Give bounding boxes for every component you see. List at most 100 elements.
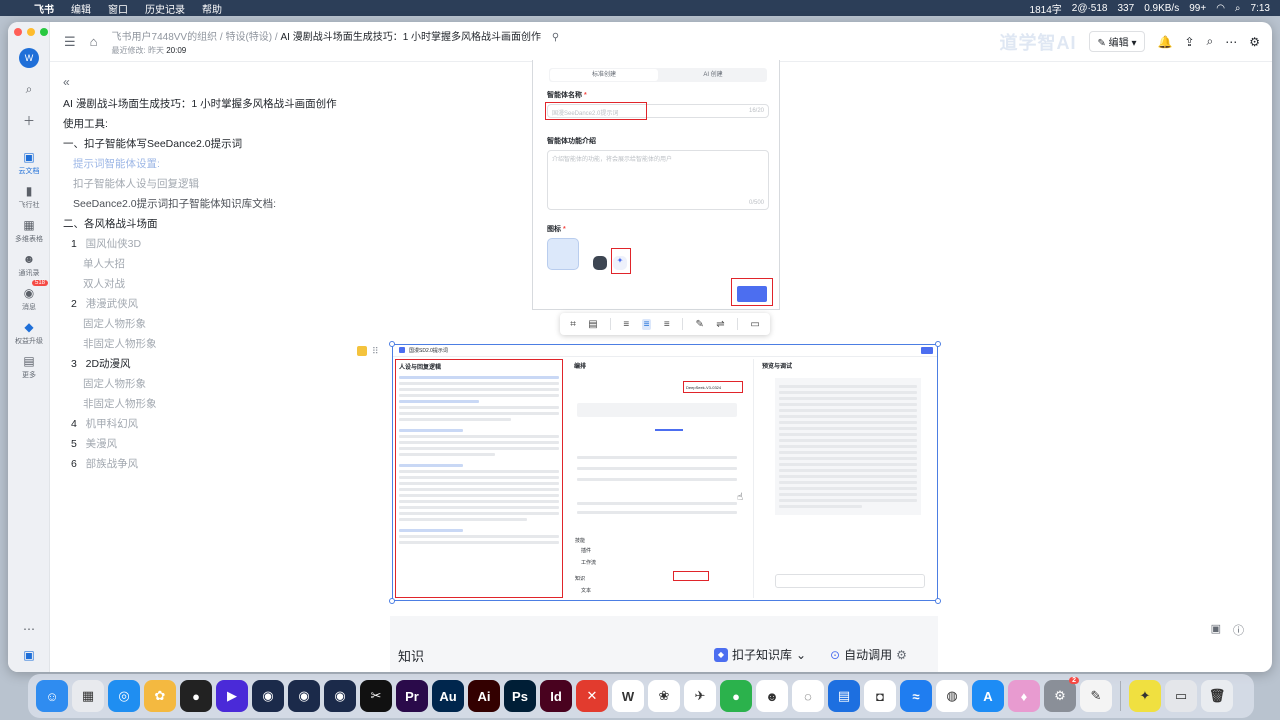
clock[interactable]: 7:13 <box>1251 3 1270 14</box>
dock-photos-icon[interactable]: ✿ <box>144 680 176 712</box>
drag-handle-icon[interactable]: ⠿ <box>372 346 379 357</box>
outline-item[interactable]: 2 港漫武侠风 <box>63 294 343 314</box>
dock-app-flower-icon[interactable]: ❀ <box>648 680 680 712</box>
more-dots-icon[interactable]: ⋯ <box>8 622 50 638</box>
outline-item[interactable]: 5 美漫风 <box>63 434 343 454</box>
dock-notes-icon[interactable]: ✎ <box>1080 680 1112 712</box>
outline-item[interactable]: 双人对战 <box>63 274 343 294</box>
home-icon[interactable]: ⌂ <box>90 34 98 49</box>
menu-help[interactable]: 帮助 <box>202 1 222 16</box>
dock-obs-icon[interactable]: ● <box>180 680 212 712</box>
search-doc-icon[interactable]: ⌕ <box>1207 34 1214 49</box>
minimize-window-button[interactable] <box>27 28 35 36</box>
wechat-status[interactable]: 99+ <box>1189 3 1206 14</box>
sidebar-item-messages[interactable]: ◉ 消息 518 <box>8 280 50 312</box>
caption-icon[interactable]: ▤ <box>588 319 597 330</box>
dock-feishu-icon[interactable]: ✈ <box>684 680 716 712</box>
dock-wechat-icon[interactable]: ● <box>720 680 752 712</box>
sidebar-item-contacts[interactable]: ☻ 通讯录 <box>8 252 50 278</box>
dock-app-wave-icon[interactable]: ≈ <box>900 680 932 712</box>
help-icon[interactable]: ▣ <box>8 648 50 664</box>
crop-icon[interactable]: ⌗ <box>570 319 576 330</box>
dock-c4d-1-icon[interactable]: ◉ <box>252 680 284 712</box>
menu-toggle-icon[interactable]: ☰ <box>64 34 76 50</box>
sidebar-item-base[interactable]: ▦ 多维表格 <box>8 218 50 244</box>
dock-audition-icon[interactable]: Au <box>432 680 464 712</box>
outline-item[interactable]: AI 漫剧战斗场面生成技巧：1 小时掌握多风格战斗画面创作 <box>63 94 343 114</box>
dock-safari-icon[interactable]: ◎ <box>108 680 140 712</box>
align-right-icon[interactable]: ≡ <box>664 319 670 330</box>
outline-item[interactable]: 固定人物形象 <box>63 314 343 334</box>
dock-video-icon[interactable]: ▶ <box>216 680 248 712</box>
outline-item[interactable]: 提示词智能体设置: <box>63 154 343 174</box>
align-left-icon[interactable]: ≡ <box>623 319 629 330</box>
outline-item[interactable]: 扣子智能体人设与回复逻辑 <box>63 174 343 194</box>
close-window-button[interactable] <box>14 28 22 36</box>
add-icon[interactable]: ＋ <box>8 114 50 130</box>
annotate-icon[interactable]: ✎ <box>695 319 703 330</box>
avatar[interactable]: W <box>19 48 39 68</box>
dock-qq-icon[interactable]: ☻ <box>756 680 788 712</box>
outline-item[interactable]: 6 部族战争风 <box>63 454 343 474</box>
dock-chrome-icon[interactable]: ◍ <box>936 680 968 712</box>
outline-item[interactable]: 二、各风格战斗场面 <box>63 214 343 234</box>
resize-handle[interactable] <box>389 598 395 604</box>
notification-icon[interactable]: 🔔 <box>1157 35 1172 49</box>
image-comment-icon[interactable] <box>357 346 367 356</box>
sidebar-item-upgrade[interactable]: ◆ 权益升级 <box>8 320 50 346</box>
outline-toggle-icon[interactable]: ▣ <box>1211 622 1221 638</box>
status-item[interactable]: 2@·518 <box>1072 3 1108 14</box>
sidebar-item-more[interactable]: ▤ 更多 <box>8 354 50 380</box>
doc-title[interactable]: AI 漫剧战斗场面生成技巧：1 小时掌握多风格战斗画面创作 <box>280 32 541 43</box>
dock-finder-icon[interactable]: ☺ <box>36 680 68 712</box>
dock-trash-icon[interactable]: 🗑 <box>1201 680 1233 712</box>
outline-item[interactable]: SeeDance2.0提示词扣子智能体知识库文档: <box>63 194 343 214</box>
dock-illustrator-icon[interactable]: Ai <box>468 680 500 712</box>
menu-app[interactable]: 飞书 <box>34 1 54 16</box>
help-icon[interactable]: ⓘ <box>1233 622 1244 638</box>
dock-screenshot-icon[interactable]: ▭ <box>1165 680 1197 712</box>
search-icon[interactable]: ⌕ <box>1235 3 1241 14</box>
share-icon[interactable]: ⇪ <box>1184 35 1194 49</box>
dock-cat-app-icon[interactable]: ♦ <box>1008 680 1040 712</box>
dock-app-store-icon[interactable]: A <box>972 680 1004 712</box>
search-icon[interactable]: ⌕ <box>8 82 50 98</box>
wrap-icon[interactable]: ⇌ <box>716 319 724 330</box>
dock-c4d-3-icon[interactable]: ◉ <box>324 680 356 712</box>
dock-app-bag-icon[interactable]: ◘ <box>864 680 896 712</box>
comment-icon[interactable]: ▭ <box>750 319 759 330</box>
outline-item[interactable]: 单人大招 <box>63 254 343 274</box>
menu-edit[interactable]: 编辑 <box>71 1 91 16</box>
outline-item[interactable]: 3 2D动漫风 <box>63 354 343 374</box>
outline-item[interactable]: 固定人物形象 <box>63 374 343 394</box>
wifi-icon[interactable]: ◠ <box>1216 3 1225 14</box>
collapse-outline-icon[interactable]: « <box>63 72 343 92</box>
outline-item[interactable]: 一、扣子智能体写SeeDance2.0提示词 <box>63 134 343 154</box>
dock-indesign-icon[interactable]: Id <box>540 680 572 712</box>
outline-item[interactable]: 使用工具: <box>63 114 343 134</box>
outline-item[interactable]: 非固定人物形象 <box>63 394 343 414</box>
dock-photoshop-icon[interactable]: Ps <box>504 680 536 712</box>
outline-item[interactable]: 1 国风仙侠3D <box>63 234 343 254</box>
apple-icon[interactable] <box>10 3 20 13</box>
align-center-icon[interactable]: ≡ <box>641 318 652 330</box>
menu-window[interactable]: 窗口 <box>108 1 128 16</box>
breadcrumb-folder[interactable]: 特设(特设) <box>225 32 272 43</box>
zoom-window-button[interactable] <box>40 28 48 36</box>
dock-app-green-icon[interactable]: ✦ <box>1129 680 1161 712</box>
status-item[interactable]: 337 <box>1118 3 1135 14</box>
dock-app-blue-icon[interactable]: ▤ <box>828 680 860 712</box>
outline-item[interactable]: 4 机甲科幻风 <box>63 414 343 434</box>
settings-icon[interactable]: ⚙ <box>1249 35 1260 49</box>
outline-item[interactable]: 非固定人物形象 <box>63 334 343 354</box>
resize-handle[interactable] <box>935 598 941 604</box>
resize-handle[interactable] <box>935 341 941 347</box>
menu-history[interactable]: 历史记录 <box>145 1 185 16</box>
embedded-image-agent-editor[interactable]: 国漫SD2.0提示词 人设与回复逻辑 编排 DeepSeek-V3-0324 技… <box>389 341 941 604</box>
resize-handle[interactable] <box>389 341 395 347</box>
sidebar-item-flight[interactable]: ▮ 飞行社 <box>8 184 50 210</box>
embedded-image-knowledge[interactable]: 知识 ◆扣子知识库⌄ ⊙自动调用⚙ ⌄ 文本 + <box>390 616 938 672</box>
dock-capcut-icon[interactable]: ✂ <box>360 680 392 712</box>
dock-c4d-2-icon[interactable]: ◉ <box>288 680 320 712</box>
dock-premiere-icon[interactable]: Pr <box>396 680 428 712</box>
